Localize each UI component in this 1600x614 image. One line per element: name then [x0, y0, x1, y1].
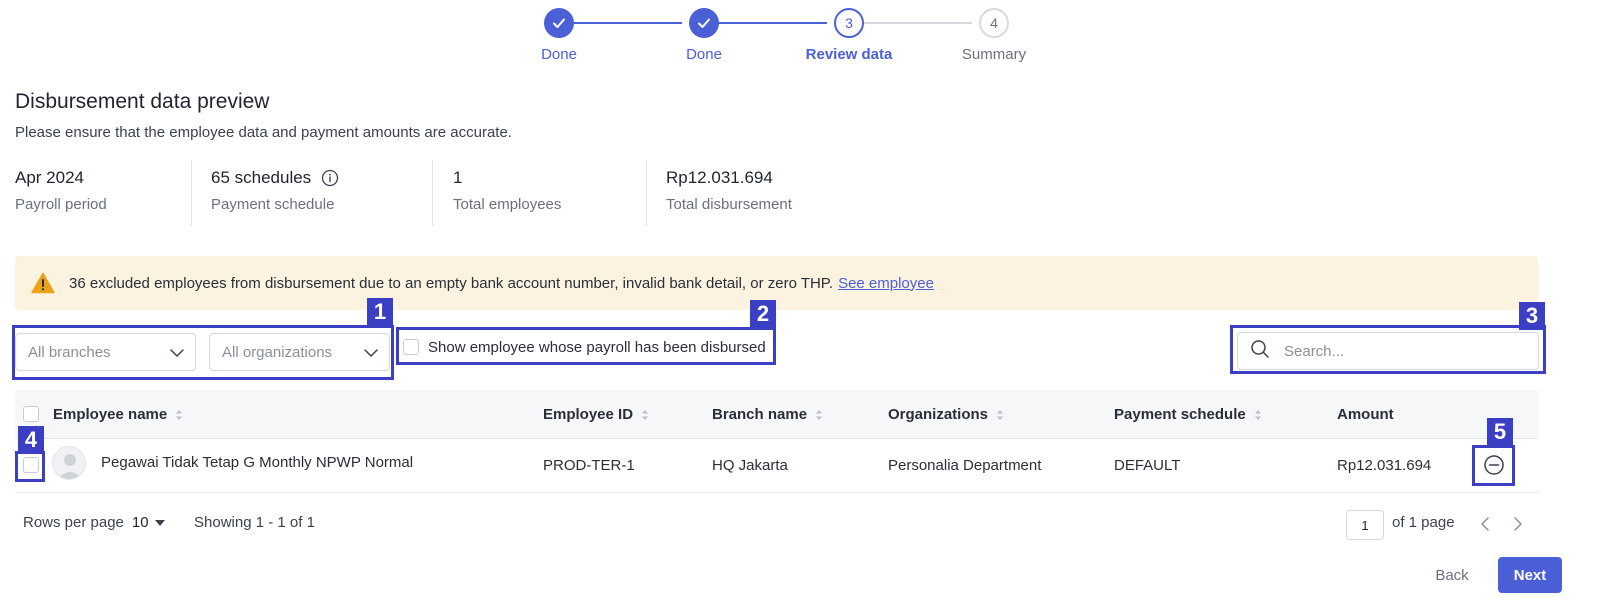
page-total: of 1 page: [1392, 514, 1455, 531]
step-label: Done: [541, 46, 577, 63]
warning-alert: 36 excluded employees from disbursement …: [15, 256, 1538, 310]
search-input[interactable]: [1284, 342, 1524, 360]
search-box[interactable]: [1237, 332, 1539, 370]
rows-per-page: Rows per page 10: [23, 514, 165, 531]
sort-icon: [816, 409, 823, 420]
page-title: Disbursement data preview: [15, 90, 270, 113]
rows-per-page-label: Rows per page: [23, 514, 124, 531]
stat-value: 65 schedules: [211, 168, 312, 187]
column-header-payment-schedule[interactable]: Payment schedule: [1114, 406, 1262, 423]
table-row: Pegawai Tidak Tetap G Monthly NPWP Norma…: [15, 439, 1538, 493]
stat-total-disbursement: Rp12.031.694 Total disbursement: [666, 160, 792, 226]
step-3[interactable]: 3 Review data: [789, 8, 909, 63]
see-employee-link[interactable]: See employee: [838, 275, 934, 292]
annotation-label-4: 4: [18, 426, 44, 454]
stat-value: Apr 2024: [15, 168, 84, 187]
column-header-organizations[interactable]: Organizations: [888, 406, 1004, 423]
annotation-label-2: 2: [750, 300, 776, 328]
step-label: Summary: [961, 46, 1027, 63]
stat-caption: Total employees: [453, 196, 562, 213]
step-label: Done: [686, 46, 722, 63]
page-subtitle: Please ensure that the employee data and…: [15, 124, 512, 141]
step-2[interactable]: Done: [644, 8, 764, 63]
stat-caption: Payment schedule: [211, 196, 335, 213]
step-1[interactable]: Done: [499, 8, 619, 63]
sort-icon: [1254, 409, 1261, 420]
stat-caption: Total disbursement: [666, 196, 792, 213]
divider: [432, 160, 433, 226]
column-header-branch-name[interactable]: Branch name: [712, 406, 823, 423]
show-disbursed-label: Show employee whose payroll has been dis…: [428, 338, 766, 356]
next-button[interactable]: Next: [1498, 557, 1562, 593]
amount: Rp12.031.694: [1337, 457, 1432, 474]
stat-value: 1: [453, 168, 463, 187]
sort-icon: [997, 409, 1004, 420]
organizations-select[interactable]: All organizations: [209, 333, 390, 371]
column-header-employee-id[interactable]: Employee ID: [543, 406, 649, 423]
check-icon: [689, 8, 719, 38]
remove-circle-icon[interactable]: [1483, 454, 1505, 476]
employee-name: Pegawai Tidak Tetap G Monthly NPWP Norma…: [101, 454, 414, 471]
page-number-input[interactable]: [1346, 510, 1384, 540]
organization: Personalia Department: [888, 457, 1042, 474]
payment-schedule: DEFAULT: [1114, 457, 1181, 474]
caret-down-icon: [154, 519, 165, 526]
alert-text: 36 excluded employees from disbursement …: [69, 274, 834, 292]
column-header-employee-name[interactable]: Employee name: [53, 406, 183, 423]
chevron-down-icon: [363, 345, 379, 361]
annotation-label-1: 1: [367, 298, 393, 326]
select-value: All branches: [28, 343, 111, 361]
step-number: 3: [834, 8, 864, 38]
select-value: All organizations: [222, 343, 333, 361]
info-icon[interactable]: [321, 169, 339, 187]
stepper: Done Done 3 Review data 4 Summary: [0, 8, 1600, 64]
divider: [191, 160, 192, 226]
select-all-checkbox[interactable]: [23, 406, 39, 422]
show-disbursed-toggle[interactable]: Show employee whose payroll has been dis…: [403, 336, 766, 358]
step-label: Review data: [805, 46, 893, 63]
sort-icon: [642, 409, 649, 420]
step-number: 4: [979, 8, 1009, 38]
chevron-down-icon: [169, 345, 185, 361]
rows-per-page-select[interactable]: 10: [132, 514, 165, 531]
table-header: Employee name Employee ID Branch name Or…: [15, 390, 1538, 439]
column-header-amount: Amount: [1337, 406, 1394, 423]
chevron-left-icon[interactable]: [1478, 515, 1494, 533]
annotation-label-5: 5: [1487, 418, 1513, 446]
back-button[interactable]: Back: [1423, 557, 1481, 593]
showing-count: Showing 1 - 1 of 1: [194, 514, 315, 531]
stat-payroll-period: Apr 2024 Payroll period: [15, 160, 107, 226]
stat-value: Rp12.031.694: [666, 168, 773, 187]
annotation-label-3: 3: [1519, 302, 1545, 330]
warning-icon: [31, 272, 55, 294]
check-icon: [544, 8, 574, 38]
branches-select[interactable]: All branches: [15, 333, 196, 371]
branch-name: HQ Jakarta: [712, 457, 788, 474]
rows-per-page-value: 10: [131, 514, 149, 531]
row-checkbox[interactable]: [23, 457, 39, 473]
search-icon: [1250, 339, 1270, 364]
employee-id: PROD-TER-1: [543, 457, 635, 474]
stat-total-employees: 1 Total employees: [453, 160, 561, 226]
stat-payment-schedule: 65 schedules Payment schedule: [211, 160, 339, 226]
step-4[interactable]: 4 Summary: [934, 8, 1054, 63]
show-disbursed-checkbox[interactable]: [403, 339, 419, 355]
stat-caption: Payroll period: [15, 196, 107, 213]
chevron-right-icon[interactable]: [1509, 515, 1525, 533]
summary-stats: Apr 2024 Payroll period 65 schedules Pay…: [0, 160, 900, 226]
divider: [646, 160, 647, 226]
avatar: [52, 446, 86, 480]
sort-icon: [176, 409, 183, 420]
